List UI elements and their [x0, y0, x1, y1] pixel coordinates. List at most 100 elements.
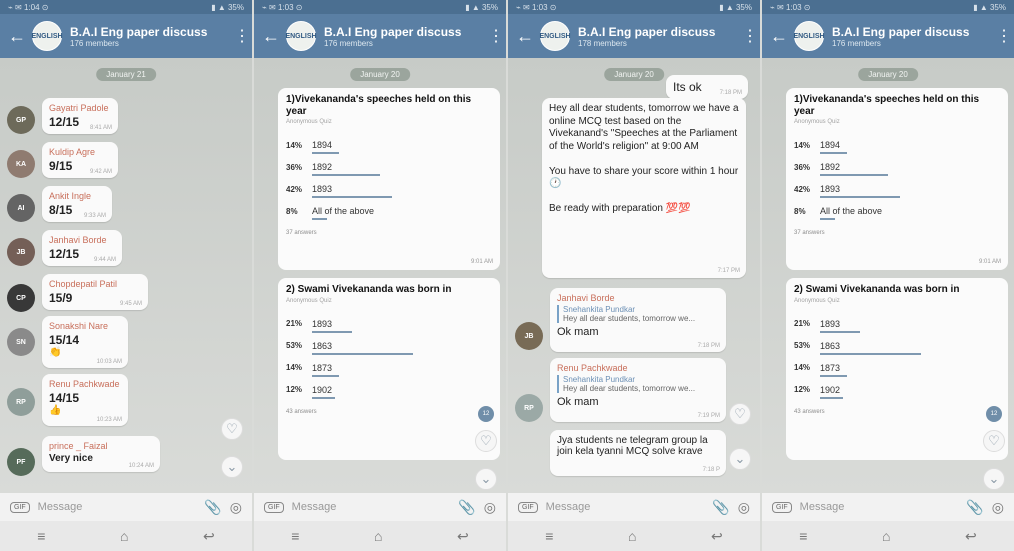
group-title-block[interactable]: B.A.I Eng paper discuss 176 members — [70, 25, 226, 48]
back-arrow-icon[interactable]: ← — [8, 26, 26, 47]
chat-area[interactable]: January 20 1)Vivekananda's speeches held… — [254, 58, 506, 493]
reaction-icon[interactable]: 👍 — [49, 405, 121, 416]
quiz-option[interactable]: 42% 1893 — [794, 178, 1000, 200]
home-icon[interactable]: ⌂ — [882, 528, 890, 544]
more-options-icon[interactable]: ⋮ — [742, 26, 758, 46]
quiz-option[interactable]: 21% 1893 — [794, 313, 1000, 335]
group-title-block[interactable]: B.A.I Eng paper discuss 176 members — [832, 25, 988, 48]
back-icon[interactable]: ↩ — [965, 528, 977, 545]
quiz-option[interactable]: 53% 1863 — [794, 335, 1000, 357]
reaction-icon[interactable]: 👏 — [49, 347, 121, 358]
back-icon[interactable]: ↩ — [711, 528, 723, 545]
avatar[interactable]: PF — [7, 448, 35, 476]
chevron-down-icon[interactable]: ⌄ — [221, 456, 243, 478]
quiz-option[interactable]: 14% 1873 — [794, 357, 1000, 379]
avatar[interactable]: JB — [515, 322, 543, 350]
message-input-bar[interactable]: GIF Message 📎 ◎ — [0, 493, 252, 521]
chevron-down-icon[interactable]: ⌄ — [475, 468, 497, 490]
message-bubble[interactable]: Gayatri Padole 12/15 8:41 AM — [42, 98, 118, 134]
message-input[interactable]: Message — [38, 501, 197, 513]
quiz-option[interactable]: 8% All of the above — [794, 200, 1000, 222]
quiz-option[interactable]: 14% 1894 — [794, 134, 1000, 156]
quiz-option[interactable]: 14% 1873 — [286, 357, 492, 379]
camera-icon[interactable]: ◎ — [230, 499, 242, 516]
heart-icon[interactable]: ♡ — [475, 430, 497, 452]
quiz-card[interactable]: 1)Vivekananda's speeches held on this ye… — [278, 88, 500, 270]
quiz-option[interactable]: 53% 1863 — [286, 335, 492, 357]
menu-icon[interactable]: ≡ — [37, 528, 45, 544]
avatar[interactable]: RP — [515, 394, 543, 422]
attachment-icon[interactable]: 📎 — [712, 499, 729, 516]
avatar[interactable]: AI — [7, 194, 35, 222]
unread-badge[interactable]: 12 — [986, 406, 1002, 422]
quiz-option[interactable]: 8% All of the above — [286, 200, 492, 222]
unread-badge[interactable]: 12 — [478, 406, 494, 422]
gif-icon[interactable]: GIF — [518, 501, 538, 513]
gif-icon[interactable]: GIF — [772, 501, 792, 513]
attachment-icon[interactable]: 📎 — [204, 499, 221, 516]
chat-area[interactable]: January 21 GP Gayatri Padole 12/15 8:41 AM… — [0, 58, 252, 493]
avatar[interactable]: GP — [7, 106, 35, 134]
quiz-card[interactable]: 2) Swami Vivekananda was born in Anonymo… — [278, 278, 500, 460]
attachment-icon[interactable]: 📎 — [458, 499, 475, 516]
menu-icon[interactable]: ≡ — [291, 528, 299, 544]
camera-icon[interactable]: ◎ — [738, 499, 750, 516]
group-title-block[interactable]: B.A.I Eng paper discuss 176 members — [324, 25, 480, 48]
back-icon[interactable]: ↩ — [457, 528, 469, 545]
home-icon[interactable]: ⌂ — [120, 528, 128, 544]
chat-area[interactable]: January 20 Its ok 7:18 PM Hey all dear st… — [508, 58, 760, 493]
message-input-bar[interactable]: GIF Message 📎 ◎ — [254, 493, 506, 521]
message-bubble[interactable]: Hey all dear students, tomorrow we have … — [542, 98, 746, 278]
menu-icon[interactable]: ≡ — [545, 528, 553, 544]
message-bubble[interactable]: Its ok 7:18 PM — [666, 75, 748, 99]
heart-icon[interactable]: ♡ — [221, 418, 243, 440]
back-arrow-icon[interactable]: ← — [262, 26, 280, 47]
camera-icon[interactable]: ◎ — [992, 499, 1004, 516]
avatar[interactable]: JB — [7, 238, 35, 266]
message-bubble[interactable]: Sonakshi Nare 15/14 👏 10:03 AM — [42, 316, 128, 368]
avatar[interactable]: RP — [7, 388, 35, 416]
back-arrow-icon[interactable]: ← — [516, 26, 534, 47]
more-options-icon[interactable]: ⋮ — [234, 26, 250, 46]
group-avatar[interactable]: ENGLISH — [285, 21, 317, 51]
message-input[interactable]: Message — [292, 501, 451, 513]
menu-icon[interactable]: ≡ — [799, 528, 807, 544]
quiz-card[interactable]: 2) Swami Vivekananda was born in Anonymo… — [786, 278, 1008, 460]
quiz-option[interactable]: 12% 1902 — [794, 379, 1000, 401]
quiz-option[interactable]: 42% 1893 — [286, 178, 492, 200]
group-title-block[interactable]: B.A.I Eng paper discuss 178 members — [578, 25, 734, 48]
quiz-option[interactable]: 36% 1892 — [794, 156, 1000, 178]
quiz-option[interactable]: 14% 1894 — [286, 134, 492, 156]
message-bubble[interactable]: Renu Pachkwade Snehankita Pundkar Hey all … — [550, 358, 726, 422]
message-input[interactable]: Message — [800, 501, 959, 513]
quiz-option[interactable]: 12% 1902 — [286, 379, 492, 401]
chevron-down-icon[interactable]: ⌄ — [983, 468, 1005, 490]
message-bubble[interactable]: prince _ Faizal Very nice 10:24 AM — [42, 436, 160, 472]
message-bubble[interactable]: Ankit Ingle 8/15 9:33 AM — [42, 186, 112, 222]
more-options-icon[interactable]: ⋮ — [996, 26, 1012, 46]
group-avatar[interactable]: ENGLISH — [31, 21, 63, 51]
heart-icon[interactable]: ♡ — [729, 403, 751, 425]
message-bubble[interactable]: Jya students ne telegram group la join k… — [550, 430, 726, 476]
more-options-icon[interactable]: ⋮ — [488, 26, 504, 46]
avatar[interactable]: KA — [7, 150, 35, 178]
gif-icon[interactable]: GIF — [264, 501, 284, 513]
camera-icon[interactable]: ◎ — [484, 499, 496, 516]
quiz-option[interactable]: 21% 1893 — [286, 313, 492, 335]
message-bubble[interactable]: Renu Pachkwade 14/15 👍 10:23 AM — [42, 374, 128, 426]
group-avatar[interactable]: ENGLISH — [539, 21, 571, 51]
avatar[interactable]: CP — [7, 284, 35, 312]
back-arrow-icon[interactable]: ← — [770, 26, 788, 47]
back-icon[interactable]: ↩ — [203, 528, 215, 545]
gif-icon[interactable]: GIF — [10, 501, 30, 513]
message-input-bar[interactable]: GIF Message 📎 ◎ — [762, 493, 1014, 521]
attachment-icon[interactable]: 📎 — [966, 499, 983, 516]
message-bubble[interactable]: Janhavi Borde 12/15 9:44 AM — [42, 230, 122, 266]
message-bubble[interactable]: Janhavi Borde Snehankita Pundkar Hey all d… — [550, 288, 726, 352]
home-icon[interactable]: ⌂ — [628, 528, 636, 544]
group-avatar[interactable]: ENGLISH — [793, 21, 825, 51]
quiz-card[interactable]: 1)Vivekananda's speeches held on this ye… — [786, 88, 1008, 270]
home-icon[interactable]: ⌂ — [374, 528, 382, 544]
heart-icon[interactable]: ♡ — [983, 430, 1005, 452]
chat-area[interactable]: January 20 1)Vivekananda's speeches held… — [762, 58, 1014, 493]
